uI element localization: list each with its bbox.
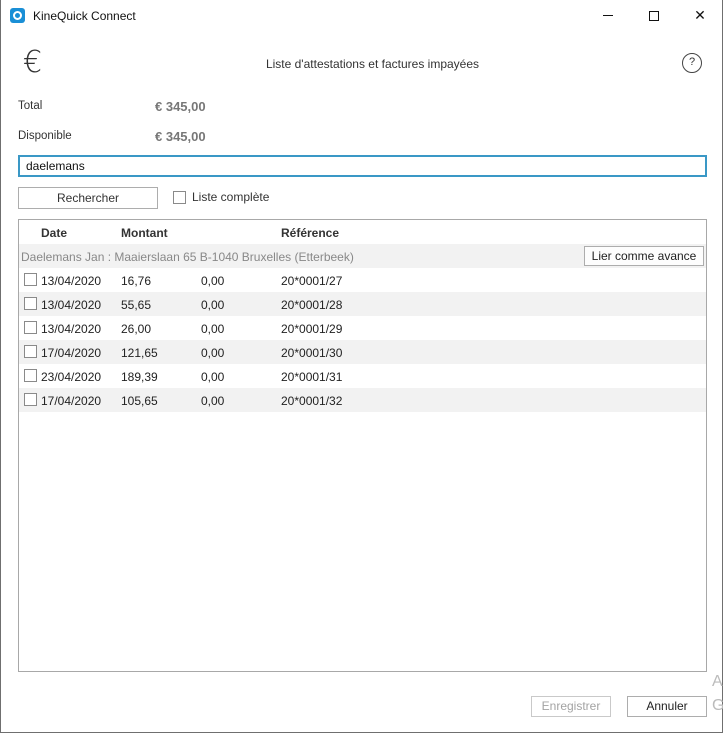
- save-button[interactable]: Enregistrer: [531, 696, 611, 717]
- cell-date: 13/04/2020: [41, 322, 102, 336]
- cell-amount: 55,65: [121, 298, 152, 312]
- row-checkbox[interactable]: [24, 321, 37, 334]
- cell-paid: 0,00: [201, 370, 225, 384]
- app-logo-icon: [10, 8, 25, 23]
- column-header-amount[interactable]: Montant: [121, 226, 168, 240]
- background-window-text-fragment: G: [712, 697, 723, 714]
- cell-date: 13/04/2020: [41, 274, 102, 288]
- maximize-icon: [649, 10, 659, 21]
- cell-paid: 0,00: [201, 322, 225, 336]
- cell-amount: 16,76: [121, 274, 152, 288]
- cell-amount: 105,65: [121, 394, 158, 408]
- table-row[interactable]: 13/04/2020 16,76 0,00 20*0001/27: [19, 268, 706, 292]
- table-row[interactable]: 23/04/2020 189,39 0,00 20*0001/31: [19, 364, 706, 388]
- cell-amount: 121,65: [121, 346, 158, 360]
- cell-paid: 0,00: [201, 298, 225, 312]
- cell-paid: 0,00: [201, 394, 225, 408]
- table-row[interactable]: 17/04/2020 105,65 0,00 20*0001/32: [19, 388, 706, 412]
- table-row[interactable]: 13/04/2020 55,65 0,00 20*0001/28: [19, 292, 706, 316]
- cell-reference: 20*0001/29: [281, 322, 343, 336]
- row-checkbox[interactable]: [24, 273, 37, 286]
- row-checkbox[interactable]: [24, 345, 37, 358]
- title-bar[interactable]: KineQuick Connect ✕: [1, 0, 722, 31]
- full-list-checkbox[interactable]: [173, 190, 186, 204]
- row-checkbox[interactable]: [24, 393, 37, 406]
- row-checkbox[interactable]: [24, 297, 37, 310]
- background-window-text-fragment: A: [712, 673, 723, 690]
- total-label: Total: [18, 100, 43, 112]
- minimize-icon: [603, 15, 613, 16]
- cell-amount: 26,00: [121, 322, 152, 336]
- cell-reference: 20*0001/31: [281, 370, 343, 384]
- search-button[interactable]: Rechercher: [18, 187, 158, 209]
- patient-group-row: Daelemans Jan : Maaierslaan 65 B-1040 Br…: [19, 244, 706, 268]
- help-icon[interactable]: ?: [682, 53, 702, 73]
- cell-date: 13/04/2020: [41, 298, 102, 312]
- cell-date: 17/04/2020: [41, 394, 102, 408]
- row-checkbox[interactable]: [24, 369, 37, 382]
- window-title: KineQuick Connect: [33, 9, 136, 23]
- column-header-date[interactable]: Date: [41, 226, 67, 240]
- link-as-advance-button[interactable]: Lier comme avance: [584, 246, 704, 266]
- app-window: KineQuick Connect ✕ € Liste d'attestatio…: [0, 0, 723, 733]
- column-header-reference[interactable]: Référence: [281, 226, 339, 240]
- cell-date: 23/04/2020: [41, 370, 102, 384]
- close-button[interactable]: ✕: [677, 0, 723, 31]
- invoice-table: Date Montant Référence Daelemans Jan : M…: [18, 219, 707, 672]
- cell-reference: 20*0001/32: [281, 394, 343, 408]
- table-row[interactable]: 13/04/2020 26,00 0,00 20*0001/29: [19, 316, 706, 340]
- minimize-button[interactable]: [585, 0, 631, 31]
- patient-group-label: Daelemans Jan : Maaierslaan 65 B-1040 Br…: [21, 250, 354, 264]
- cell-paid: 0,00: [201, 274, 225, 288]
- close-icon: ✕: [694, 7, 706, 23]
- cell-reference: 20*0001/30: [281, 346, 343, 360]
- cancel-button[interactable]: Annuler: [627, 696, 707, 717]
- total-value: € 345,00: [155, 99, 206, 114]
- cell-reference: 20*0001/27: [281, 274, 343, 288]
- maximize-button[interactable]: [631, 0, 677, 31]
- cell-date: 17/04/2020: [41, 346, 102, 360]
- available-label: Disponible: [18, 130, 72, 142]
- table-header: Date Montant Référence: [19, 220, 706, 244]
- table-row[interactable]: 17/04/2020 121,65 0,00 20*0001/30: [19, 340, 706, 364]
- cell-amount: 189,39: [121, 370, 158, 384]
- full-list-label: Liste complète: [192, 190, 270, 204]
- search-input[interactable]: [18, 155, 707, 177]
- full-list-toggle[interactable]: Liste complète: [173, 190, 269, 204]
- cell-paid: 0,00: [201, 346, 225, 360]
- cell-reference: 20*0001/28: [281, 298, 343, 312]
- page-title: Liste d'attestations et factures impayée…: [265, 57, 480, 71]
- available-value: € 345,00: [155, 129, 206, 144]
